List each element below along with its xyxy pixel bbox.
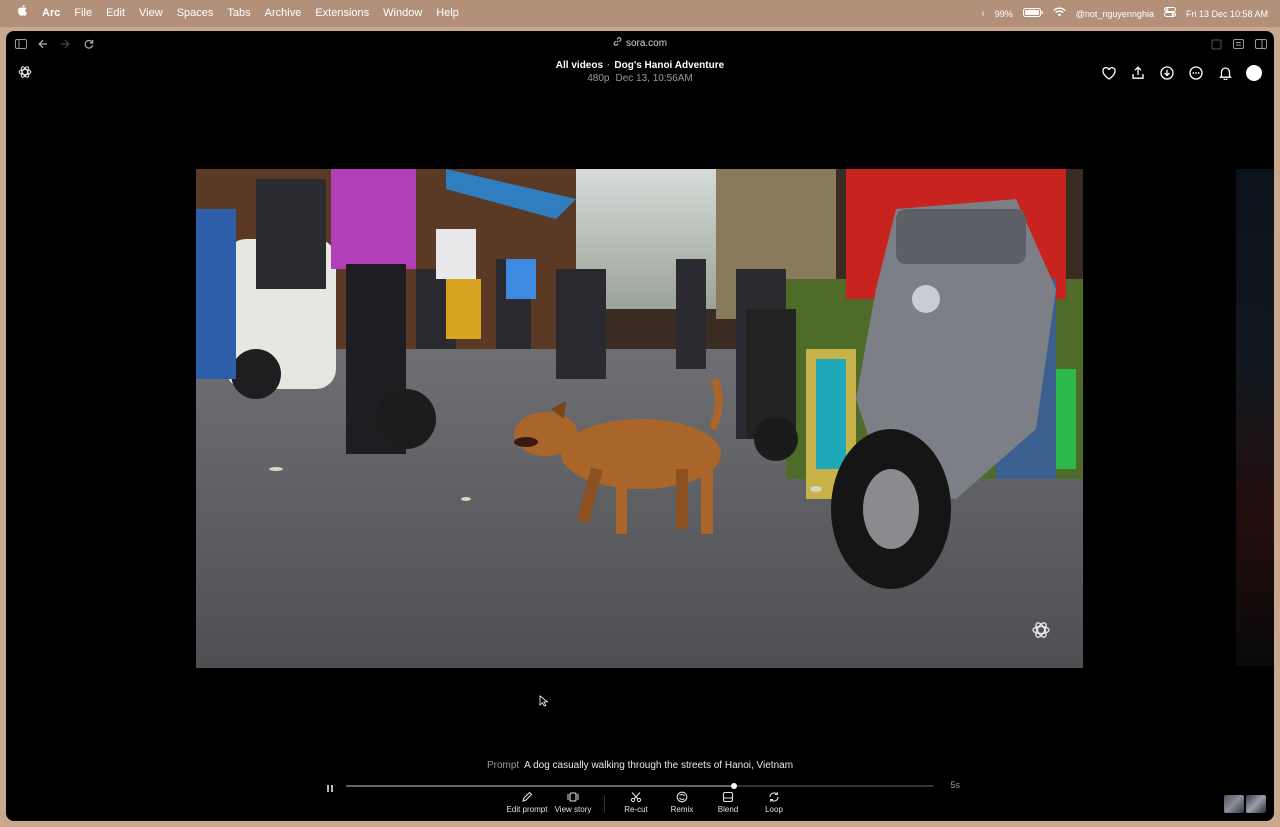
video-duration: 5s (950, 780, 960, 790)
heart-icon[interactable] (1101, 65, 1117, 81)
extensions-icon[interactable] (1209, 37, 1223, 51)
loop-button[interactable]: Loop (751, 791, 797, 814)
control-center-icon[interactable] (1163, 7, 1176, 20)
menu-archive[interactable]: Archive (258, 0, 309, 27)
remix-label: Remix (670, 805, 694, 814)
recut-label: Re-cut (624, 805, 648, 814)
remix-button[interactable]: Remix (659, 791, 705, 814)
video-frame-image (196, 169, 1083, 668)
sora-watermark-icon (1031, 620, 1051, 640)
menu-file[interactable]: File (67, 0, 99, 27)
edit-prompt-label: Edit prompt (506, 805, 548, 814)
loop-label: Loop (765, 805, 783, 814)
url-text: sora.com (625, 38, 668, 49)
battery-icon[interactable] (1022, 7, 1043, 20)
variant-thumbnails (1224, 795, 1266, 813)
progress-track[interactable] (346, 783, 934, 789)
prompt-text[interactable]: A dog casually walking through the stree… (524, 760, 793, 771)
view-story-label: View story (554, 805, 592, 814)
more-options-icon[interactable] (1188, 65, 1204, 81)
reader-icon[interactable] (1231, 37, 1245, 51)
video-title: Dog's Hanoi Adventure (614, 60, 725, 71)
menu-window[interactable]: Window (376, 0, 429, 27)
wifi-icon[interactable] (1053, 7, 1066, 20)
link-icon (613, 37, 622, 49)
pencil-icon (522, 791, 533, 802)
mouse-cursor-icon (539, 694, 549, 707)
menu-edit[interactable]: Edit (99, 0, 132, 27)
split-view-icon[interactable] (1254, 37, 1268, 51)
download-icon[interactable] (1159, 65, 1175, 81)
menu-help[interactable]: Help (429, 0, 466, 27)
bell-icon[interactable] (1217, 65, 1233, 81)
variant-thumbnail[interactable] (1246, 795, 1266, 813)
header-actions (1101, 65, 1262, 81)
menu-spaces[interactable]: Spaces (170, 0, 221, 27)
menu-tabs[interactable]: Tabs (220, 0, 257, 27)
video-resolution: 480p (587, 73, 610, 84)
share-icon[interactable] (1130, 65, 1146, 81)
blend-icon (722, 791, 734, 803)
view-story-button[interactable]: View story (550, 791, 596, 814)
loop-icon (769, 792, 779, 802)
video-title-block: All videos · Dog's Hanoi Adventure 480p Dec… (6, 60, 1274, 84)
actions-divider (604, 795, 605, 813)
recut-button[interactable]: Re-cut (613, 791, 659, 814)
scissors-icon (630, 792, 642, 803)
blend-label: Blend (717, 805, 739, 814)
browser-toolbar: sora.com (6, 31, 1274, 57)
progress-fill (346, 785, 735, 787)
url-bar[interactable]: sora.com (6, 37, 1274, 49)
blend-button[interactable]: Blend (705, 791, 751, 814)
menubar-user[interactable]: @not_nguyennghia (1076, 9, 1154, 19)
menu-extensions[interactable]: Extensions (308, 0, 376, 27)
apple-logo-icon[interactable] (10, 0, 35, 27)
prompt-label: Prompt (486, 760, 520, 771)
chevron-left-icon[interactable]: ‹ (981, 8, 984, 19)
prompt-line: Prompt A dog casually walking through the… (6, 760, 1274, 771)
video-actions: Edit prompt View story Re-cut Remix Blen… (504, 791, 797, 821)
breadcrumb-separator: · (607, 60, 611, 71)
menubar-clock[interactable]: Fri 13 Dec 10:58 AM (1186, 9, 1268, 19)
breadcrumb-all-videos[interactable]: All videos (556, 60, 603, 71)
next-video-preview[interactable] (1236, 169, 1274, 666)
edit-prompt-button[interactable]: Edit prompt (504, 791, 550, 814)
variant-thumbnail[interactable] (1224, 795, 1244, 813)
page-header: All videos · Dog's Hanoi Adventure 480p Dec… (6, 57, 1274, 93)
remix-icon (676, 791, 688, 803)
user-avatar[interactable] (1246, 65, 1262, 81)
browser-window: sora.com All videos · Dog's Hanoi Adventur… (6, 31, 1274, 821)
video-date: Dec 13, 10:56AM (615, 73, 693, 84)
menu-bar: Arc File Edit View Spaces Tabs Archive E… (0, 0, 1280, 27)
progress-knob[interactable] (731, 783, 738, 789)
menu-app-name[interactable]: Arc (35, 0, 67, 27)
pause-icon[interactable] (326, 780, 336, 792)
menu-view[interactable]: View (132, 0, 170, 27)
video-player[interactable] (196, 169, 1083, 668)
battery-percent: 99% (994, 8, 1013, 19)
storyboard-icon (567, 792, 579, 802)
